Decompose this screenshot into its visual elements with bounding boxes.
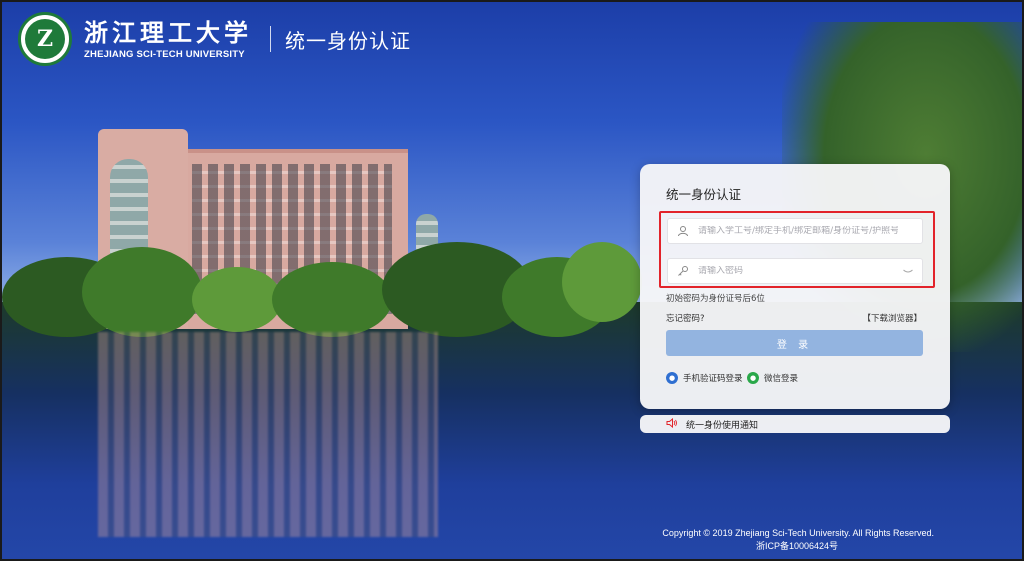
- tree: [272, 262, 392, 337]
- sms-login-label: 手机验证码登录: [683, 374, 743, 384]
- speaker-icon: [666, 417, 678, 431]
- site-header: Z 浙江理工大学 ZHEJIANG SCI-TECH UNIVERSITY 统一…: [18, 12, 411, 66]
- university-name-en: ZHEJIANG SCI-TECH UNIVERSITY: [84, 48, 245, 60]
- notice-text: 统一身份使用通知: [686, 420, 759, 431]
- password-hint: 初始密码为身份证号后6位: [666, 294, 765, 304]
- university-emblem-icon: Z: [18, 12, 72, 66]
- emblem-letter: Z: [25, 19, 65, 59]
- tree: [192, 267, 282, 332]
- forgot-password-link[interactable]: 忘记密码?: [666, 312, 705, 324]
- university-name: 浙江理工大学 ZHEJIANG SCI-TECH UNIVERSITY: [84, 17, 252, 60]
- download-browser-link[interactable]: 【下载浏览器】: [862, 312, 922, 324]
- university-name-cn: 浙江理工大学: [84, 17, 252, 47]
- login-card-title: 统一身份认证: [666, 187, 742, 202]
- notice-bar[interactable]: 统一身份使用通知: [640, 415, 950, 433]
- tree: [82, 247, 202, 337]
- building-reflection: [98, 332, 438, 537]
- system-name: 统一身份认证: [285, 28, 411, 53]
- phone-icon: ●: [666, 372, 678, 384]
- sms-login-link[interactable]: ● 手机验证码登录: [666, 372, 743, 384]
- login-button[interactable]: 登 录: [666, 330, 923, 356]
- credential-highlight-box: [659, 211, 935, 288]
- wechat-login-link[interactable]: ● 微信登录: [747, 372, 798, 384]
- header-divider: [270, 26, 271, 52]
- login-card: 统一身份认证 初始密码为身份证号后6位 忘记密码? 【下载浏览器】 登 录 ● …: [640, 164, 950, 409]
- wechat-login-label: 微信登录: [764, 374, 799, 384]
- copyright-text: Copyright © 2019 Zhejiang Sci-Tech Unive…: [662, 528, 934, 538]
- site-footer: Copyright © 2019 Zhejiang Sci-Tech Unive…: [662, 527, 934, 553]
- tree: [562, 242, 642, 322]
- wechat-icon: ●: [747, 372, 759, 384]
- icp-license[interactable]: 浙ICP备10006424号: [662, 540, 838, 553]
